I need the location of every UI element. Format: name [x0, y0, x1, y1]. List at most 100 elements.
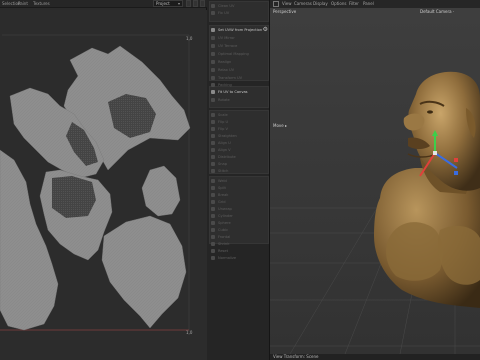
tool-item-27[interactable]: Sphere — [210, 220, 268, 226]
tool-item-11[interactable]: Rotate — [210, 97, 268, 103]
tool-item-icon — [211, 127, 215, 131]
tool-item-label: Normalize — [218, 256, 237, 260]
tool-item-22[interactable]: Split — [210, 185, 268, 191]
tool-item-2[interactable]: Set UVW from Projection ⚙ — [210, 27, 268, 33]
tool-item-label: Set UVW from Projection — [218, 28, 263, 32]
tool-item-icon — [211, 98, 215, 102]
menu-filter[interactable]: Filter — [349, 0, 359, 8]
uv-corner-label-bottom: 1,0 — [186, 330, 193, 335]
uv-island-right-small[interactable] — [141, 165, 181, 217]
tool-item-3[interactable]: UV Mirror — [210, 35, 268, 41]
tool-item-1[interactable]: Fix UV — [210, 10, 268, 16]
tool-item-icon — [211, 148, 215, 152]
tool-item-icon — [211, 141, 215, 145]
uv-menubar: Selection Paint Textures Project ▾ — [0, 0, 207, 8]
menu-panel[interactable]: Panel — [363, 0, 374, 8]
tool-item-label: Fix UV — [218, 11, 230, 15]
tool-item-icon — [211, 256, 215, 260]
tool-item-label: UV Mirror — [218, 36, 235, 40]
tool-item-23[interactable]: Break — [210, 192, 268, 198]
project-select-value: Project — [156, 1, 170, 6]
tool-item-18[interactable]: Distribute — [210, 154, 268, 160]
tool-item-12[interactable]: Scale — [210, 112, 268, 118]
tool-item-29[interactable]: Frontal — [210, 234, 268, 240]
uv-tool-button-3[interactable] — [200, 0, 205, 7]
viewport-status-bar: View Transform: Scene — [270, 354, 480, 360]
tool-item-14[interactable]: Flip V — [210, 126, 268, 132]
tool-item-icon — [211, 113, 215, 117]
tool-item-15[interactable]: Straighten — [210, 133, 268, 139]
tool-item-label: Align V — [218, 148, 231, 152]
tool-item-5[interactable]: Optimal Mapping — [210, 51, 268, 57]
tool-item-icon — [211, 28, 215, 32]
menu-display[interactable]: Display — [313, 0, 328, 8]
tool-item-icon — [211, 221, 215, 225]
tool-item-label: Rotate — [218, 98, 230, 102]
tool-item-6[interactable]: Realign — [210, 59, 268, 65]
menu-textures[interactable]: Textures — [33, 0, 50, 8]
tool-item-21[interactable]: Weld — [210, 178, 268, 184]
tool-item-17[interactable]: Align V — [210, 147, 268, 153]
menu-paint[interactable]: Paint — [18, 0, 28, 8]
tool-item-0[interactable]: Clean UV — [210, 3, 268, 9]
view-name-label: Perspective — [273, 9, 297, 14]
viewport-3d[interactable]: Perspective Default Camera · Move ▸ — [270, 8, 480, 354]
gear-icon[interactable]: ⚙ — [263, 27, 268, 33]
tool-item-4[interactable]: UV Terrace — [210, 43, 268, 49]
tool-item-label: Grid — [218, 200, 226, 204]
camera-label[interactable]: Default Camera · — [420, 9, 454, 14]
menu-view[interactable]: View — [282, 0, 292, 8]
tool-item-30[interactable]: Shrink — [210, 241, 268, 247]
tool-item-icon — [211, 4, 215, 8]
menu-options[interactable]: Options — [331, 0, 346, 8]
bust-model[interactable] — [374, 71, 480, 308]
uv-tool-button-2[interactable] — [193, 0, 198, 7]
tool-item-19[interactable]: Snap — [210, 161, 268, 167]
app-window: Selection Paint Textures Project ▾ 1,0 1… — [0, 0, 480, 360]
viewport-layout-icon[interactable] — [273, 1, 279, 7]
tool-item-icon — [211, 83, 215, 87]
tool-item-icon — [211, 235, 215, 239]
tool-item-icon — [211, 11, 215, 15]
tool-item-label: Relax UV — [218, 68, 235, 72]
tool-item-13[interactable]: Flip U — [210, 119, 268, 125]
tool-item-32[interactable]: Normalize — [210, 255, 268, 261]
tool-item-24[interactable]: Grid — [210, 199, 268, 205]
uv-editor-panel: Selection Paint Textures Project ▾ 1,0 1… — [0, 0, 207, 360]
tool-item-9[interactable]: Packing — [210, 82, 268, 88]
tool-item-25[interactable]: Unwrap — [210, 206, 268, 212]
uv-canvas[interactable]: 1,0 1,0 — [0, 10, 207, 360]
tool-item-icon — [211, 120, 215, 124]
tool-item-10[interactable]: Fit UV to Canvas — [210, 89, 268, 95]
tool-item-31[interactable]: Reset — [210, 248, 268, 254]
uv-tools-panel: Clean UV Fix UV Set UVW from Projection ⚙ UV… — [207, 0, 270, 360]
viewport-menubar: View Cameras Display Options Filter Pane… — [270, 0, 480, 8]
tool-item-26[interactable]: Cylinder — [210, 213, 268, 219]
tool-item-icon — [211, 90, 215, 94]
tool-item-icon — [211, 162, 215, 166]
tool-item-label: Align U — [218, 141, 231, 145]
tool-item-8[interactable]: Transform UV — [210, 75, 268, 81]
tool-item-label: Straighten — [218, 134, 237, 138]
uv-corner-label-top: 1,0 — [186, 36, 193, 41]
tool-item-label: Transform UV — [218, 76, 243, 80]
chevron-down-icon: ▾ — [177, 1, 180, 6]
project-select[interactable]: Project ▾ — [153, 0, 183, 7]
uv-island-bottom-right[interactable] — [101, 215, 187, 329]
tool-item-icon — [211, 68, 215, 72]
tool-item-label: Snap — [218, 162, 228, 166]
uv-tool-button-1[interactable] — [186, 0, 191, 7]
tool-item-7[interactable]: Relax UV — [210, 67, 268, 73]
menu-cameras[interactable]: Cameras — [294, 0, 312, 8]
tool-item-label: Fit UV to Canvas — [218, 90, 248, 94]
tool-item-28[interactable]: Cubic — [210, 227, 268, 233]
tool-item-label: Packing — [218, 83, 232, 87]
tool-item-16[interactable]: Align U — [210, 140, 268, 146]
tool-item-icon — [211, 60, 215, 64]
tool-item-label: Shrink — [218, 242, 230, 246]
tool-item-label: Frontal — [218, 235, 231, 239]
tool-item-20[interactable]: Stitch — [210, 168, 268, 174]
tool-item-label: Realign — [218, 60, 232, 64]
tool-item-label: Optimal Mapping — [218, 52, 249, 56]
tool-item-icon — [211, 179, 215, 183]
